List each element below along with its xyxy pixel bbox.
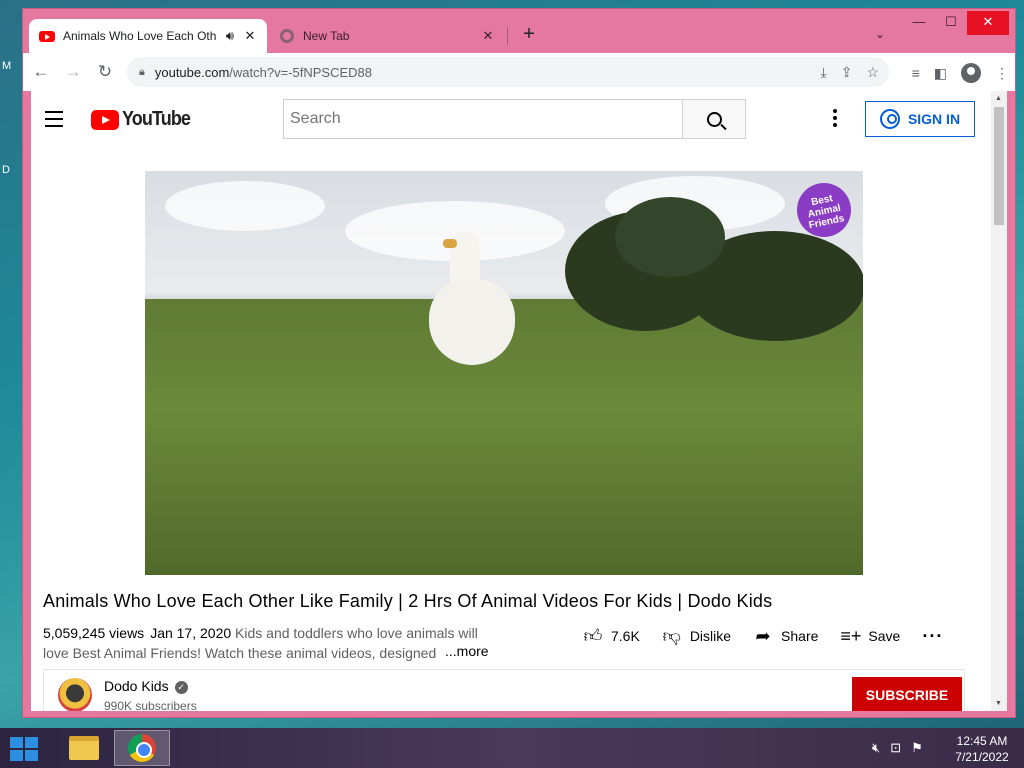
lock-icon[interactable]: 🔒︎ — [139, 66, 145, 79]
tab-new-tab[interactable]: New Tab ✕ — [269, 19, 505, 53]
volume-muted-icon[interactable]: 🔇︎ — [872, 740, 880, 756]
video-description[interactable]: 5,059,245 views Jan 17, 2020 Kids and tod… — [43, 623, 493, 663]
tab-search-chevron-icon[interactable]: ⌄ — [875, 27, 885, 41]
thumbs-down-icon: 👎︎ — [662, 626, 681, 646]
video-title: Animals Who Love Each Other Like Family … — [43, 591, 773, 611]
search-icon — [706, 111, 722, 127]
channel-row: Dodo Kids ✓ 990K subscribers SUBSCRIBE — [43, 669, 965, 711]
profile-avatar-icon[interactable] — [961, 63, 981, 83]
speaker-icon[interactable]: 🔊︎ — [223, 28, 237, 44]
chrome-icon — [128, 734, 156, 762]
close-tab-icon[interactable]: ✕ — [481, 28, 495, 44]
clock-time: 12:45 AM — [956, 734, 1008, 748]
action-center-icon[interactable]: ⚑ — [911, 740, 923, 756]
sign-in-label: SIGN IN — [907, 111, 961, 127]
menu-hamburger-icon[interactable] — [45, 111, 63, 132]
windows-start-icon[interactable] — [10, 737, 38, 761]
chrome-favicon-icon — [279, 28, 295, 44]
share-label: Share — [781, 628, 819, 644]
playlist-add-icon: ≡+ — [840, 625, 862, 646]
chrome-taskbar-button[interactable] — [114, 730, 170, 766]
settings-kebab-icon[interactable] — [833, 109, 837, 130]
channel-avatar[interactable] — [58, 678, 92, 711]
close-window-button[interactable]: ✕ — [967, 11, 1009, 35]
youtube-wordmark: YouTube — [122, 108, 191, 130]
share-button[interactable]: ➦ Share — [753, 625, 819, 647]
video-actions: 👍︎ 7.6K 👎︎ Dislike ➦ Share ≡+ Save ··· — [583, 625, 943, 647]
save-button[interactable]: ≡+ Save — [840, 626, 900, 647]
folder-icon — [69, 736, 99, 760]
channel-name-container[interactable]: Dodo Kids ✓ — [104, 678, 188, 694]
search-input[interactable]: Search — [283, 99, 683, 139]
more-actions-icon[interactable]: ··· — [922, 626, 943, 647]
best-animal-friends-badge: Best Animal Friends — [791, 177, 857, 243]
desktop-letter-d: D — [2, 164, 10, 176]
youtube-play-icon — [91, 109, 119, 130]
reload-icon[interactable]: ↻ — [91, 62, 119, 82]
url-path: /watch?v=-5fNPSCED88 — [229, 64, 372, 80]
network-icon[interactable]: ⊡ — [890, 740, 901, 756]
url-host: youtube.com — [154, 64, 230, 80]
clock-date: 7/21/2022 — [955, 750, 1009, 764]
upload-date: Jan 17, 2020 — [150, 625, 232, 641]
page-viewport: YouTube Search SIGN IN Best Animal Frien… — [31, 91, 1007, 711]
video-player[interactable]: Best Animal Friends — [145, 171, 863, 575]
description-line1: Kids and toddlers who love animals will — [235, 625, 478, 641]
youtube-favicon-icon — [39, 28, 55, 44]
address-bar[interactable]: 🔒︎ youtube.com/watch?v=-5fNPSCED88 ⤓ ⇪ ☆ — [127, 57, 889, 87]
scroll-up-icon[interactable]: ▲ — [995, 95, 1002, 102]
scroll-thumb[interactable] — [994, 107, 1004, 225]
subscribe-button[interactable]: SUBSCRIBE — [852, 677, 962, 711]
search-button[interactable] — [682, 99, 746, 139]
tab-strip: Animals Who Love Each Other Like Family … — [23, 9, 1015, 53]
search-placeholder: Search — [290, 110, 341, 127]
show-more-link[interactable]: ...more — [445, 643, 489, 659]
chrome-menu-icon[interactable]: ⋮ — [995, 65, 1009, 82]
forward-arrow-icon[interactable]: → — [59, 62, 87, 82]
media-control-icon[interactable]: ≡ — [912, 65, 920, 81]
dislike-button[interactable]: 👎︎ Dislike — [662, 625, 731, 647]
sign-in-button[interactable]: SIGN IN — [865, 101, 975, 137]
tab-separator — [507, 27, 508, 45]
view-count: 5,059,245 views — [43, 625, 145, 641]
dislike-label: Dislike — [689, 628, 732, 644]
save-label: Save — [868, 628, 901, 644]
close-tab-icon[interactable]: ✕ — [243, 28, 257, 44]
youtube-logo[interactable]: YouTube — [91, 108, 198, 131]
new-tab-button[interactable]: + — [517, 23, 541, 46]
page-scrollbar[interactable]: ▲ ▼ — [991, 91, 1007, 711]
minimize-button[interactable]: — — [903, 11, 935, 35]
browser-toolbar: ← → ↻ 🔒︎ youtube.com/watch?v=-5fNPSCED88… — [23, 53, 1015, 91]
tab-youtube[interactable]: Animals Who Love Each Other Like Family … — [29, 19, 267, 53]
taskbar: 🔇︎ ⊡ ⚑ 12:45 AM 7/21/2022 — [0, 728, 1024, 768]
like-count: 7.6K — [611, 628, 640, 644]
tab-title: New Tab — [303, 29, 350, 43]
side-panel-icon[interactable]: ◧ — [934, 65, 947, 82]
share-arrow-icon: ➦ — [755, 625, 771, 646]
desktop-letter-m: M — [2, 60, 12, 72]
browser-window: Animals Who Love Each Other Like Family … — [22, 8, 1016, 718]
like-button[interactable]: 👍︎ 7.6K — [583, 625, 640, 647]
tab-title: Animals Who Love Each Other Like Family — [63, 29, 217, 43]
account-icon — [879, 109, 900, 129]
channel-name: Dodo Kids — [104, 678, 169, 694]
scroll-down-icon[interactable]: ▼ — [995, 700, 1002, 707]
back-arrow-icon[interactable]: ← — [27, 62, 55, 82]
system-tray: 🔇︎ ⊡ ⚑ — [872, 740, 923, 756]
install-app-icon[interactable]: ⤓ — [821, 64, 827, 81]
share-page-icon[interactable]: ⇪ — [841, 64, 853, 81]
subscriber-count: 990K subscribers — [104, 699, 197, 711]
thumbs-up-icon: 👍︎ — [583, 626, 603, 646]
youtube-header: YouTube Search SIGN IN — [31, 91, 991, 147]
description-line2: love Best Animal Friends! Watch these an… — [43, 645, 437, 661]
verified-check-icon: ✓ — [174, 680, 188, 694]
taskbar-clock[interactable]: 12:45 AM 7/21/2022 — [948, 733, 1016, 765]
maximize-button[interactable]: ☐ — [935, 11, 967, 35]
file-explorer-taskbar-button[interactable] — [56, 730, 112, 766]
bookmark-star-icon[interactable]: ☆ — [866, 64, 879, 81]
